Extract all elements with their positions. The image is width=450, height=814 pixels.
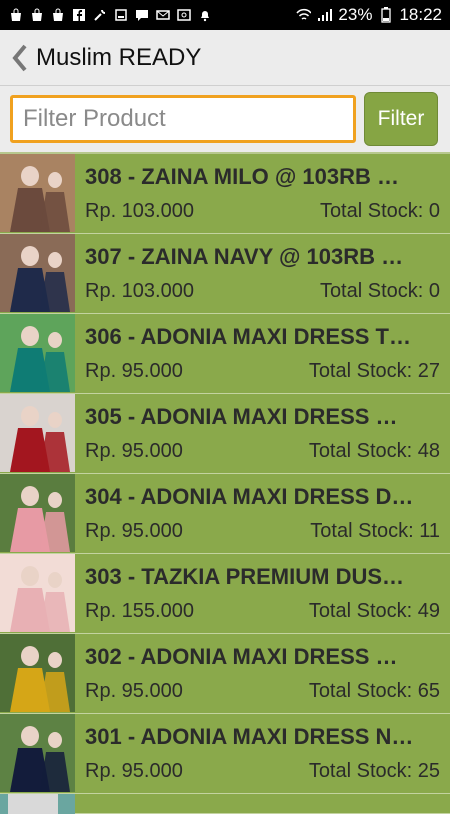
product-name: 301 - ADONIA MAXI DRESS N… [85,723,414,749]
product-row[interactable]: 303 - TAZKIA PREMIUM DUS… Rp. 155.000 Tota… [0,554,450,634]
product-name: 308 - ZAINA MILO @ 103RB … [85,163,400,189]
filter-product-input[interactable] [10,95,356,143]
chat-icon [134,8,149,23]
product-thumbnail [0,474,75,552]
product-meta: Rp. 155.000 Total Stock: 49 [85,596,440,626]
email-at-icon [176,8,191,23]
product-name: 305 - ADONIA MAXI DRESS … [85,403,398,429]
product-row-partial[interactable] [0,794,450,814]
product-name: 303 - TAZKIA PREMIUM DUS… [85,563,405,589]
filter-button[interactable]: Filter [364,92,438,146]
product-meta: Rp. 95.000 Total Stock: 48 [85,436,440,466]
product-stock: Total Stock: 49 [308,599,440,622]
wrench-icon [92,8,107,23]
product-row[interactable]: 304 - ADONIA MAXI DRESS D… Rp. 95.000 Tota… [0,474,450,554]
product-thumbnail [0,394,75,472]
product-info: 307 - ZAINA NAVY @ 103RB … Rp. 103.000 Tot… [75,234,450,313]
product-price: Rp. 95.000 [85,519,183,542]
notification-icons [8,8,212,23]
product-list[interactable]: 308 - ZAINA MILO @ 103RB … Rp. 103.000 Tot… [0,154,450,814]
product-info: 305 - ADONIA MAXI DRESS … Rp. 95.000 Total… [75,394,450,473]
filter-bar: Filter [0,86,450,154]
product-row[interactable]: 302 - ADONIA MAXI DRESS … Rp. 95.000 Total… [0,634,450,714]
product-thumbnail [0,314,75,392]
wifi-icon [296,8,312,23]
product-row[interactable]: 305 - ADONIA MAXI DRESS … Rp. 95.000 Total… [0,394,450,474]
clock: 18:22 [399,5,442,24]
product-meta: Rp. 95.000 Total Stock: 65 [85,676,440,706]
product-stock: Total Stock: 0 [319,199,440,222]
bell-icon [197,8,212,23]
product-price: Rp. 155.000 [85,599,194,622]
product-thumbnail [0,714,75,792]
product-row[interactable]: 308 - ZAINA MILO @ 103RB … Rp. 103.000 Tot… [0,154,450,234]
product-price: Rp. 95.000 [85,759,183,782]
product-meta: Rp. 95.000 Total Stock: 27 [85,356,440,386]
product-price: Rp. 95.000 [85,439,183,462]
status-bar: 23% 18:22 [0,0,450,30]
product-thumbnail [0,554,75,632]
product-price: Rp. 103.000 [85,199,194,222]
product-meta: Rp. 95.000 Total Stock: 25 [85,756,440,786]
product-row[interactable]: 307 - ZAINA NAVY @ 103RB … Rp. 103.000 Tot… [0,234,450,314]
shop-bag-icon [50,8,65,23]
product-name: 307 - ZAINA NAVY @ 103RB … [85,243,404,269]
mail-icon [155,8,170,23]
system-status: 23% 18:22 [296,5,442,25]
media-icon [113,8,128,23]
product-price: Rp. 95.000 [85,679,183,702]
product-row[interactable]: 306 - ADONIA MAXI DRESS T… Rp. 95.000 Tota… [0,314,450,394]
signal-icon [317,8,333,23]
product-name: 302 - ADONIA MAXI DRESS … [85,643,398,669]
product-stock: Total Stock: 25 [308,759,440,782]
product-thumbnail [0,154,75,232]
product-info: 302 - ADONIA MAXI DRESS … Rp. 95.000 Total… [75,634,450,713]
product-meta: Rp. 95.000 Total Stock: 11 [85,516,440,546]
product-row[interactable]: 301 - ADONIA MAXI DRESS N… Rp. 95.000 Tota… [0,714,450,794]
product-price: Rp. 103.000 [85,279,194,302]
chevron-left-icon [12,44,27,71]
facebook-icon [71,8,86,23]
product-info: 306 - ADONIA MAXI DRESS T… Rp. 95.000 Tota… [75,314,450,393]
shop-bag-icon [8,8,23,23]
shop-bag-icon [29,8,44,23]
battery-percentage: 23% [338,5,373,24]
product-meta: Rp. 103.000 Total Stock: 0 [85,196,440,226]
product-info: 301 - ADONIA MAXI DRESS N… Rp. 95.000 Tota… [75,714,450,793]
product-name: 306 - ADONIA MAXI DRESS T… [85,323,411,349]
product-stock: Total Stock: 65 [308,679,440,702]
page-title: Muslim READY [36,43,202,71]
product-stock: Total Stock: 11 [310,519,440,542]
product-meta: Rp. 103.000 Total Stock: 0 [85,276,440,306]
action-bar: Muslim READY [0,30,450,86]
product-price: Rp. 95.000 [85,359,183,382]
product-thumbnail [0,794,75,814]
product-stock: Total Stock: 27 [308,359,440,382]
product-name: 304 - ADONIA MAXI DRESS D… [85,483,414,509]
product-stock: Total Stock: 0 [319,279,440,302]
product-thumbnail [0,634,75,712]
product-thumbnail [0,234,75,312]
battery-icon [378,7,393,23]
product-stock: Total Stock: 48 [308,439,440,462]
product-info: 303 - TAZKIA PREMIUM DUS… Rp. 155.000 Tota… [75,554,450,633]
product-info: 308 - ZAINA MILO @ 103RB … Rp. 103.000 Tot… [75,154,450,233]
back-button[interactable] [6,30,34,86]
product-info: 304 - ADONIA MAXI DRESS D… Rp. 95.000 Tota… [75,474,450,553]
